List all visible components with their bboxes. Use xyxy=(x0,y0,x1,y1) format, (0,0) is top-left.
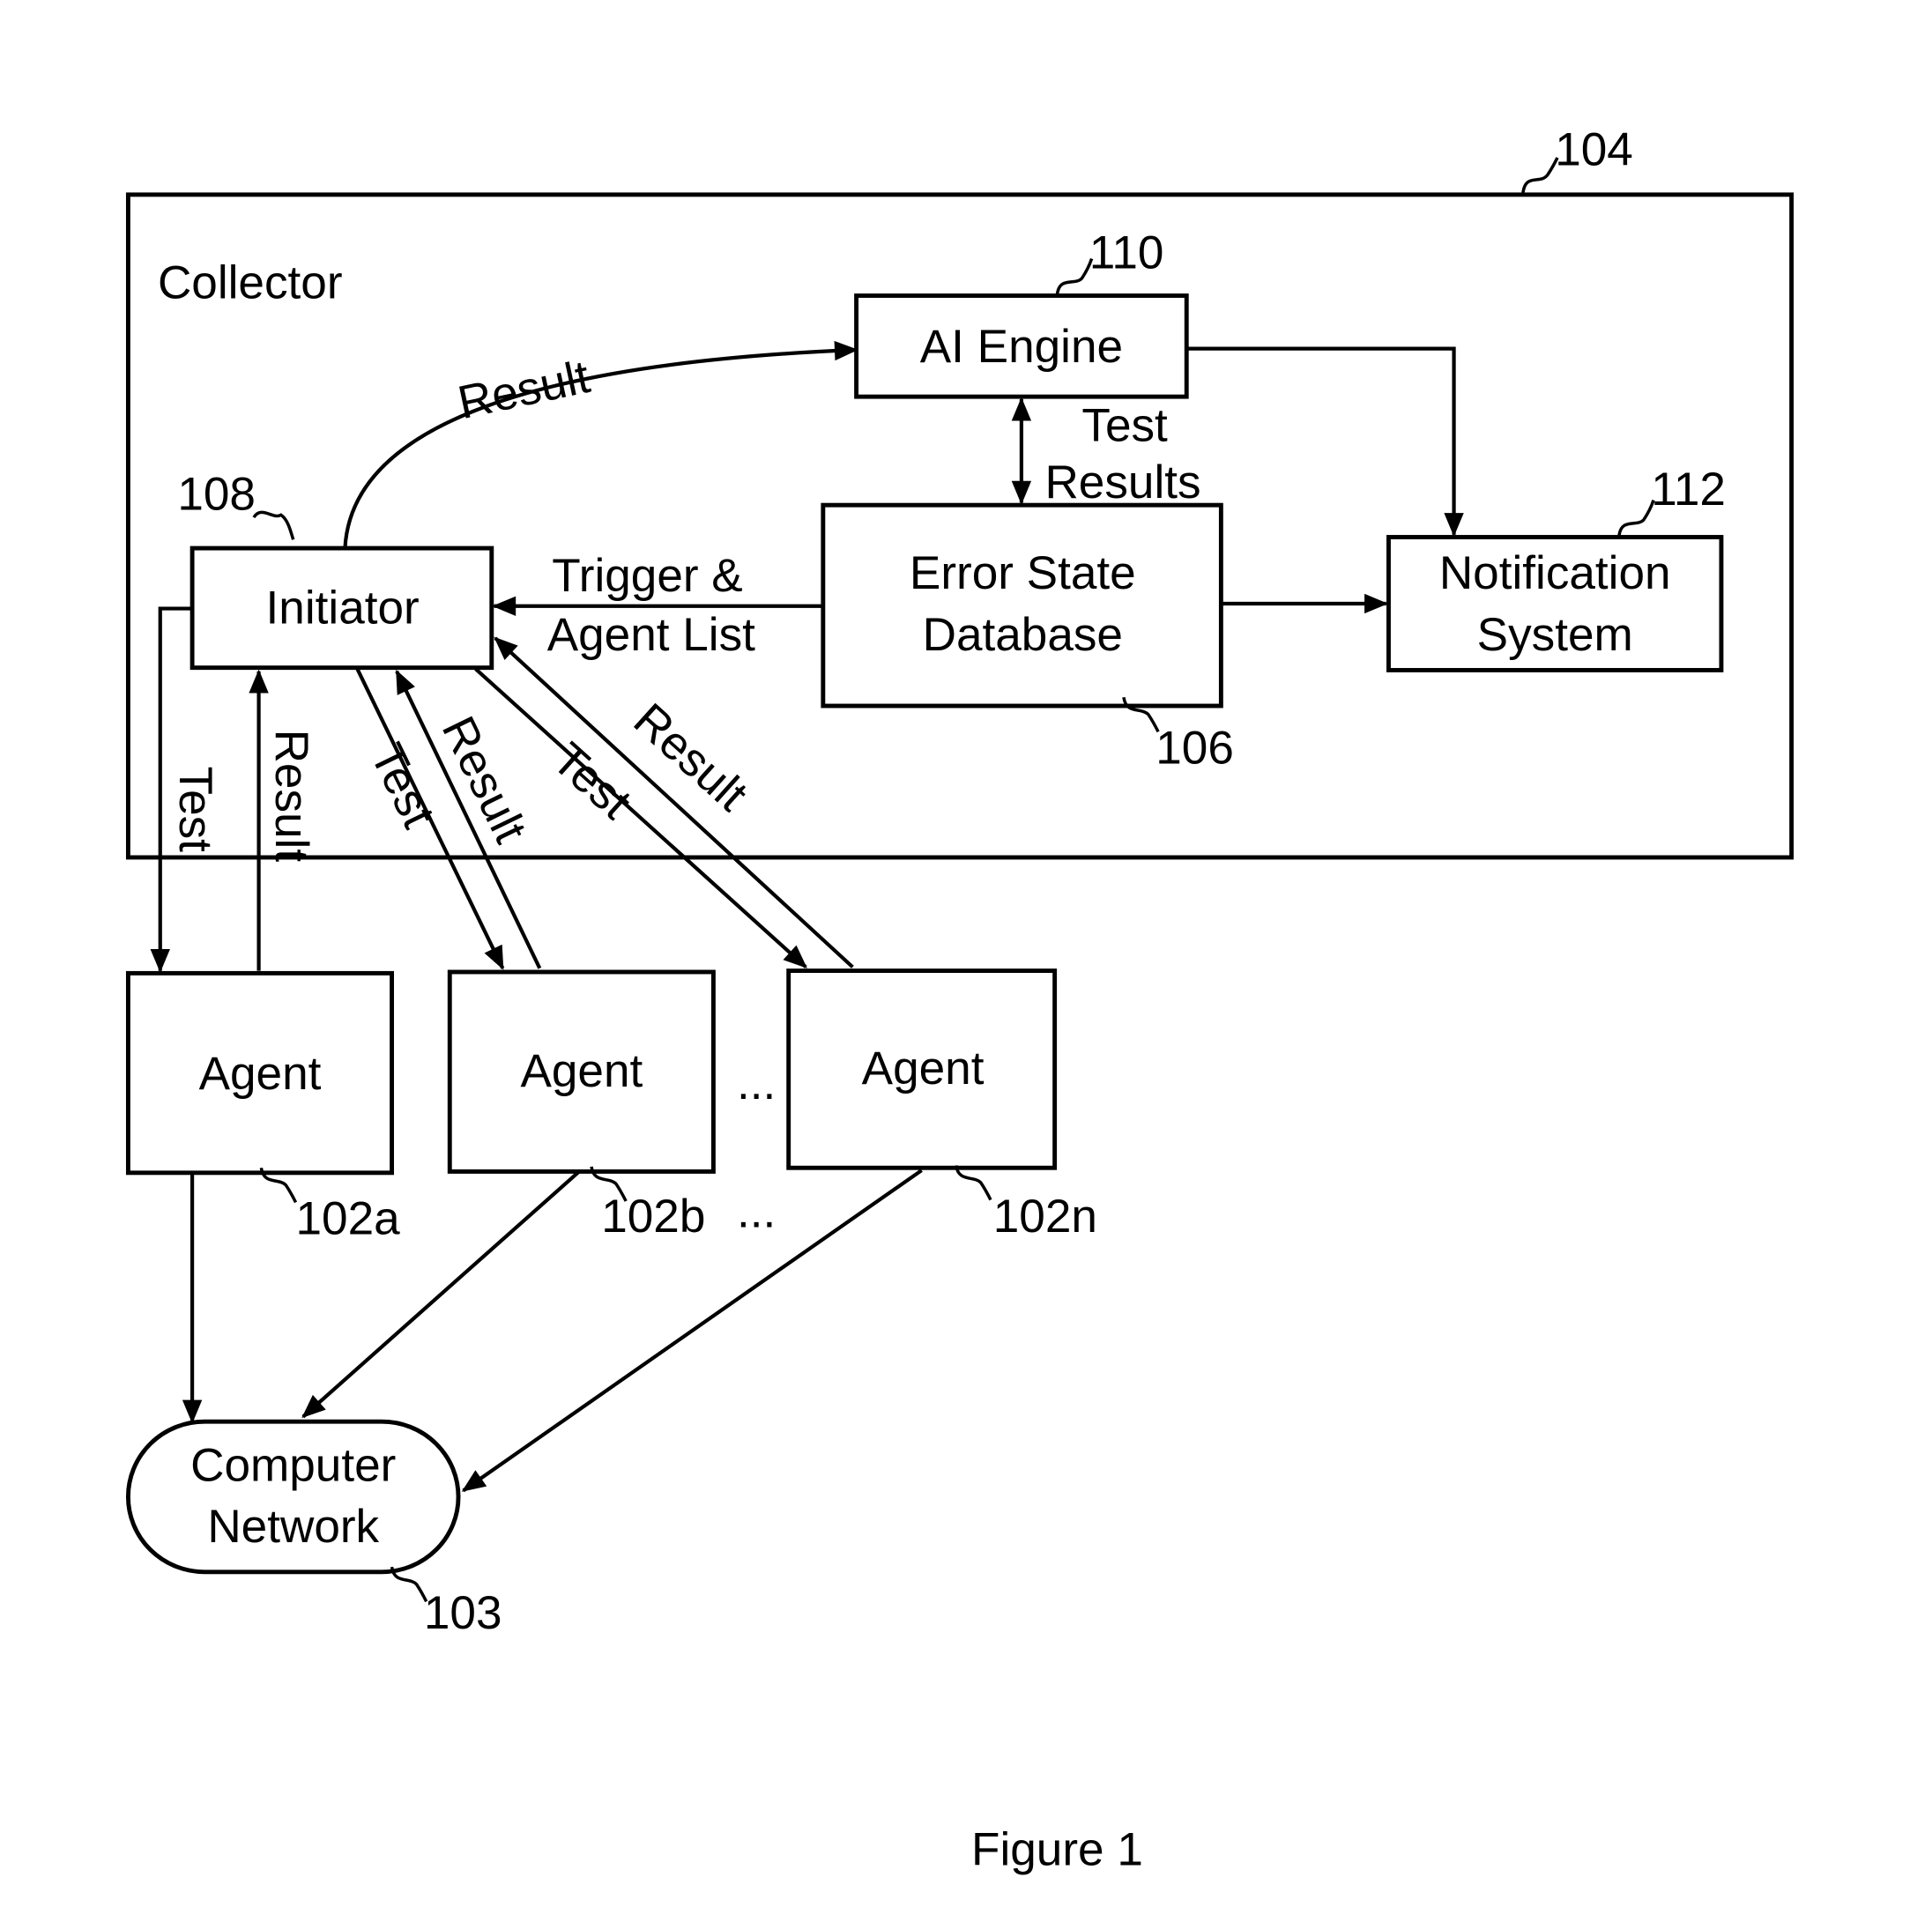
initiator-label: Initiator xyxy=(266,582,420,634)
ref-102b: 102b xyxy=(601,1191,705,1243)
ellipsis-agents: ... xyxy=(737,1057,776,1109)
ref-110: 110 xyxy=(1089,227,1164,279)
edge-label-result-n: Result xyxy=(624,694,758,821)
edge-label-test: Test xyxy=(1081,399,1168,451)
ref-102a: 102a xyxy=(296,1193,401,1245)
agent-label-a: Agent xyxy=(199,1048,322,1100)
ref-leader-102n xyxy=(955,1165,992,1201)
network-label-1: Computer xyxy=(190,1439,396,1491)
edge-label-results: Results xyxy=(1044,456,1200,508)
ref-leader-110 xyxy=(1055,258,1094,295)
edge-result-from-agent-n xyxy=(494,636,854,968)
edge-initiator-to-ai-result xyxy=(343,340,858,549)
edge-label-test-n: Test xyxy=(542,733,641,829)
edge-label-trigger-2: Agent List xyxy=(547,609,755,661)
edge-ai-to-notification xyxy=(1186,346,1464,537)
edge-label-test-a: Test xyxy=(169,767,221,853)
figure-caption: Figure 1 xyxy=(971,1823,1143,1875)
ref-103: 103 xyxy=(424,1587,502,1639)
edge-label-result-a: Result xyxy=(265,730,317,863)
notification-label-1: Notification xyxy=(1439,547,1671,599)
ref-104: 104 xyxy=(1555,123,1633,175)
ref-leader-104 xyxy=(1521,157,1559,194)
edge-label-trigger-1: Trigger & xyxy=(552,550,742,602)
edge-label-result-ai: Result xyxy=(454,351,595,429)
ref-leader-108 xyxy=(252,510,295,540)
collector-label: Collector xyxy=(158,256,343,308)
agent-label-n: Agent xyxy=(862,1043,985,1094)
ai-engine-label: AI Engine xyxy=(920,321,1123,373)
ref-leader-112 xyxy=(1617,500,1655,537)
notification-label-2: System xyxy=(1477,609,1633,661)
network-label-2: Network xyxy=(207,1501,379,1553)
error-db-box xyxy=(821,502,1223,709)
error-db-label-2: Database xyxy=(923,609,1123,661)
ref-106: 106 xyxy=(1155,723,1234,775)
ellipsis-refs: ... xyxy=(737,1185,776,1237)
diagram: Collector 104 AI Engine 110 Error State … xyxy=(125,123,1795,1875)
ref-112: 112 xyxy=(1651,464,1726,516)
ref-102n: 102n xyxy=(993,1191,1097,1243)
error-db-label-1: Error State xyxy=(910,547,1136,599)
agent-label-b: Agent xyxy=(520,1045,643,1097)
ref-108: 108 xyxy=(177,469,256,521)
